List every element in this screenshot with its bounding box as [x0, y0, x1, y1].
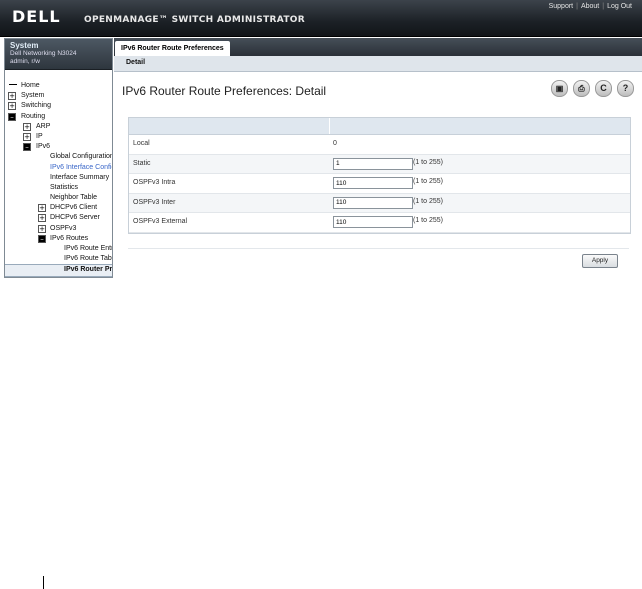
- expand-icon[interactable]: +: [38, 204, 46, 213]
- preferences-table: Local 0 Static (1 to 255) OSPFv3 Intra (…: [128, 117, 631, 234]
- app-window: DELL OPENMANAGE™ SWITCH ADMINISTRATOR Su…: [0, 0, 642, 278]
- system-panel: System Dell Networking N3024 admin, r/w: [5, 39, 112, 70]
- top-links: Support | About | Log Out: [548, 3, 632, 10]
- toolbar: ▣ ⎙ C?: [546, 80, 634, 97]
- table-row: OSPFv3 Intra (1 to 255): [129, 174, 630, 194]
- sub-tab-bar: Detail: [114, 56, 642, 72]
- nav-dhcpv6-server[interactable]: + DHCPv6 Server: [5, 213, 112, 223]
- top-bar: DELL OPENMANAGE™ SWITCH ADMINISTRATOR Su…: [0, 0, 642, 37]
- nav-ipv6-route-entry[interactable]: IPv6 Route Entry: [5, 244, 112, 254]
- sidebar: System Dell Networking N3024 admin, r/w …: [4, 38, 113, 278]
- expand-icon[interactable]: +: [38, 214, 46, 223]
- nav-arp[interactable]: + ARP: [5, 122, 112, 132]
- row-label: OSPFv3 Intra: [133, 179, 176, 186]
- expand-icon[interactable]: +: [23, 122, 31, 131]
- app-title: OPENMANAGE™ SWITCH ADMINISTRATOR: [84, 15, 305, 25]
- expand-icon[interactable]: +: [8, 102, 16, 111]
- tab-bar: IPv6 Router Route Preferences: [114, 38, 642, 56]
- nav-dhcpv6-client[interactable]: + DHCPv6 Client: [5, 203, 112, 213]
- table-row: OSPFv3 Inter (1 to 255): [129, 193, 630, 213]
- page-margin-mark: [43, 576, 44, 589]
- expand-icon[interactable]: +: [38, 224, 46, 233]
- nav-system[interactable]: + System: [5, 91, 112, 101]
- system-title: System: [10, 41, 39, 50]
- range-hint: (1 to 255): [413, 158, 443, 166]
- system-model: Dell Networking N3024: [10, 50, 77, 57]
- save-icon[interactable]: ▣: [551, 80, 568, 97]
- nav-ip[interactable]: + IP: [5, 132, 112, 142]
- ospfv3-intra-input[interactable]: [333, 177, 413, 189]
- nav-interface-summary[interactable]: Interface Summary: [5, 173, 112, 183]
- system-user: admin, r/w: [10, 58, 40, 65]
- table-header: [129, 118, 630, 135]
- expand-icon[interactable]: +: [8, 92, 16, 101]
- ospfv3-inter-input[interactable]: [333, 196, 413, 209]
- ospfv3-external-input[interactable]: [333, 216, 413, 228]
- row-label: OSPFv3 External: [133, 218, 188, 225]
- range-hint: (1 to 255): [413, 197, 443, 205]
- nav-switching[interactable]: + Switching: [5, 101, 112, 111]
- tab-detail[interactable]: Detail: [126, 59, 145, 66]
- nav-ipv6[interactable]: – IPv6: [5, 142, 112, 152]
- range-hint: (1 to 255): [413, 217, 443, 224]
- refresh-icon[interactable]: C: [595, 80, 612, 97]
- support-link[interactable]: Support: [549, 3, 574, 10]
- table-row: OSPFv3 External (1 to 255): [129, 213, 630, 233]
- page-title: IPv6 Router Route Preferences: Detail: [122, 84, 327, 98]
- help-icon[interactable]: ?: [617, 80, 634, 97]
- nav-home[interactable]: Home: [5, 81, 112, 91]
- nav-ipv6-interface-configuration[interactable]: IPv6 Interface Configuration: [5, 163, 112, 173]
- nav-neighbor-table[interactable]: Neighbor Table: [5, 193, 112, 203]
- about-link[interactable]: About: [581, 3, 599, 10]
- row-label: OSPFv3 Inter: [133, 198, 176, 206]
- logout-link[interactable]: Log Out: [607, 3, 632, 10]
- nav-tree: Home + System + Switching – Routing + ARP + I…: [5, 70, 112, 277]
- range-hint: (1 to 255): [413, 178, 443, 185]
- nav-statistics[interactable]: Statistics: [5, 183, 112, 193]
- tab-ipv6-router-route-preferences[interactable]: IPv6 Router Route Preferences: [115, 41, 230, 56]
- table-row: Local 0: [129, 135, 630, 155]
- dell-logo: DELL: [12, 7, 61, 26]
- apply-button[interactable]: Apply: [582, 254, 618, 268]
- nav-routing[interactable]: – Routing: [5, 112, 112, 122]
- nav-ipv6-route-table[interactable]: IPv6 Route Table: [5, 254, 112, 264]
- nav-global-configuration[interactable]: Global Configuration: [5, 152, 112, 162]
- nav-ipv6-router-preferences[interactable]: IPv6 Router Preferences: [5, 264, 112, 277]
- collapse-icon[interactable]: –: [38, 234, 46, 243]
- collapse-icon[interactable]: –: [23, 143, 31, 152]
- nav-ipv6-routes[interactable]: – IPv6 Routes: [5, 234, 112, 244]
- row-label: Local: [133, 140, 150, 147]
- divider: [128, 248, 629, 249]
- print-icon[interactable]: ⎙: [573, 80, 590, 97]
- local-value: 0: [333, 140, 337, 147]
- nav-ospfv3[interactable]: + OSPFv3: [5, 224, 112, 234]
- collapse-icon[interactable]: –: [8, 112, 16, 121]
- row-label: Static: [133, 159, 151, 167]
- table-row: Static (1 to 255): [129, 154, 630, 174]
- static-input[interactable]: [333, 157, 413, 170]
- expand-icon[interactable]: +: [23, 132, 31, 141]
